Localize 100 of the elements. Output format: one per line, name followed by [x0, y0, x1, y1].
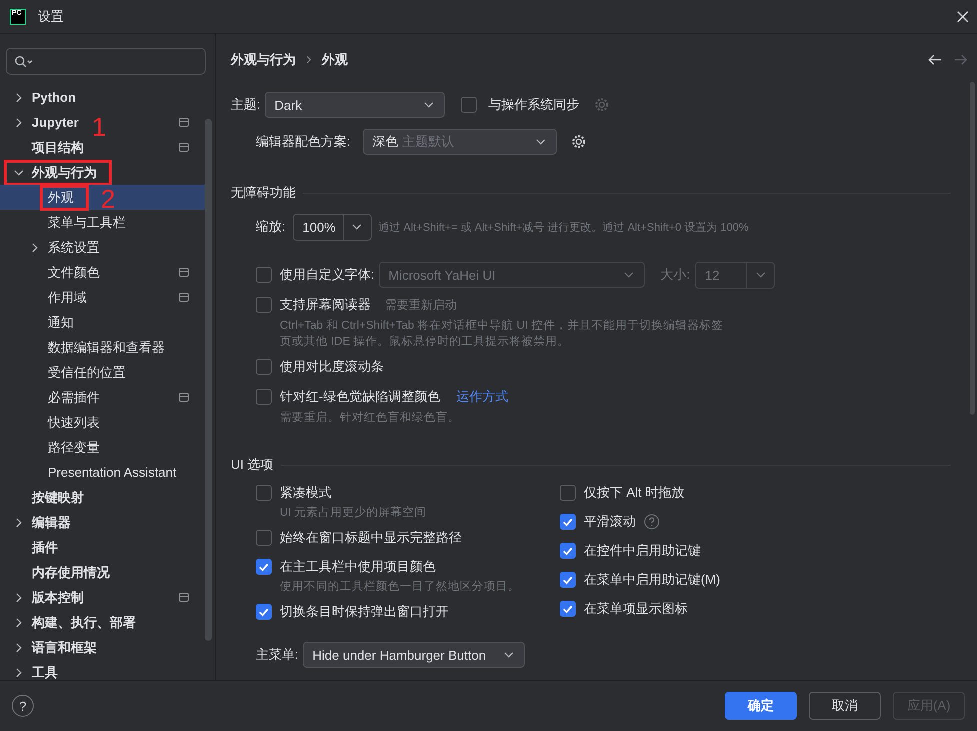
checkbox-label: 在主工具栏中使用项目颜色 — [280, 558, 436, 576]
checkbox-label: 在控件中启用助记键 — [584, 542, 701, 560]
tree-item[interactable]: 系统设置 — [28, 238, 100, 256]
checkbox-label: 在菜单项显示图标 — [584, 600, 688, 618]
chevron-icon[interactable] — [30, 242, 40, 252]
tree-item[interactable]: Jupyter — [12, 115, 79, 130]
tree-item[interactable]: 菜单与工具栏 — [48, 214, 126, 232]
annotation-number: 1 — [92, 114, 106, 140]
tree-item[interactable]: 项目结构 — [32, 138, 84, 156]
how-it-works-link[interactable]: 运作方式 — [456, 388, 508, 406]
checkbox[interactable] — [560, 572, 576, 588]
tree-item[interactable]: 必需插件 — [48, 388, 100, 406]
tree-item[interactable]: 按键映射 — [32, 488, 84, 506]
tree-item[interactable]: Presentation Assistant — [48, 465, 177, 480]
checkbox-label: 在菜单中启用助记键(M) — [584, 570, 720, 588]
main-menu-dropdown[interactable]: Hide under Hamburger Button — [302, 642, 525, 668]
checkbox-label: 切换条目时保持弹出窗口打开 — [280, 602, 449, 620]
back-arrow-icon[interactable] — [928, 54, 942, 66]
checkbox[interactable] — [256, 359, 272, 375]
help-button[interactable]: ? — [12, 695, 34, 717]
checkbox-label: 支持屏幕阅读器 — [280, 296, 371, 314]
chevron-icon[interactable] — [14, 518, 24, 528]
theme-label: 主题: — [231, 96, 261, 114]
chevron-icon[interactable] — [14, 642, 24, 652]
tree-item[interactable]: Python — [12, 90, 76, 105]
close-icon[interactable] — [957, 10, 969, 22]
chevron-icon[interactable] — [14, 168, 24, 178]
hint-text: 通过 Alt+Shift+= 或 Alt+Shift+减号 进行更改。通过 Alt+Shift+0 设置为 100% — [378, 220, 749, 234]
checkbox-label: 使用对比度滚动条 — [280, 358, 384, 376]
note-text: 需要重新启动 — [385, 296, 457, 314]
checkbox-label: 与操作系统同步 — [488, 96, 580, 114]
breadcrumb-separator-icon — [305, 55, 313, 65]
checkbox[interactable] — [256, 389, 272, 405]
help-icon[interactable] — [644, 514, 660, 530]
search-icon — [15, 56, 33, 68]
tree-item[interactable]: 语言和框架 — [12, 638, 97, 656]
theme-dropdown[interactable]: Dark — [264, 92, 445, 118]
checkbox[interactable] — [560, 514, 576, 530]
chevron-icon[interactable] — [14, 118, 24, 128]
section-title: 无障碍功能 — [231, 184, 296, 202]
tree-item[interactable]: 数据编辑器和查看器 — [48, 338, 165, 356]
tree-item[interactable]: 版本控制 — [12, 588, 84, 606]
checkbox[interactable] — [560, 484, 576, 500]
chevron-icon[interactable] — [624, 270, 634, 280]
scroll-bar[interactable] — [205, 119, 212, 641]
tree-item[interactable]: 工具 — [12, 664, 58, 680]
checkbox[interactable] — [256, 297, 272, 313]
description-text: Ctrl+Tab 和 Ctrl+Shift+Tab 将在对话框中导航 UI 控件，并且不能用于切换编辑器标签页或其他 IDE 操作。鼠标悬停时的工具提示将被禁用。 — [280, 318, 724, 350]
checkbox[interactable] — [560, 600, 576, 616]
description-text: UI 元素占用更少的屏幕空间 — [280, 505, 428, 521]
checkbox-label: 针对红-绿色觉缺陷调整颜色 — [280, 388, 440, 406]
window-title: 设置 — [38, 8, 64, 26]
zoom-combo[interactable]: 100% — [292, 214, 372, 240]
chevron-icon[interactable] — [14, 592, 24, 602]
checkbox-label: 平滑滚动 — [584, 512, 636, 530]
chevron-icon[interactable] — [14, 618, 24, 628]
color-scheme-dropdown[interactable]: 深色 主题默认 — [362, 129, 557, 155]
zoom-label: 缩放: — [256, 218, 286, 236]
search-field[interactable] — [6, 48, 206, 75]
checkbox-label: 使用自定义字体: — [280, 266, 375, 284]
checkbox[interactable] — [256, 558, 272, 574]
scroll-bar[interactable] — [970, 82, 975, 415]
tree-item[interactable]: 受信任的位置 — [48, 364, 126, 382]
breadcrumb-item[interactable]: 外观与行为 — [231, 51, 296, 69]
chevron-icon[interactable] — [424, 100, 434, 110]
tree-item[interactable]: 外观 — [48, 188, 74, 206]
checkbox[interactable] — [256, 530, 272, 546]
section-title: UI 选项 — [231, 456, 274, 474]
size-label: 大小: — [660, 266, 690, 284]
chevron-icon[interactable] — [14, 668, 24, 678]
checkbox-label: 仅按下 Alt 时拖放 — [584, 484, 684, 502]
description-text: 使用不同的工具栏颜色一目了然地区分项目。 — [280, 580, 521, 595]
checkbox[interactable] — [460, 97, 477, 113]
chevron-icon[interactable] — [756, 270, 766, 280]
chevron-icon[interactable] — [14, 92, 24, 102]
tree-item[interactable]: 通知 — [48, 314, 74, 332]
tree-item[interactable]: 作用域 — [48, 288, 87, 306]
chevron-icon[interactable] — [504, 650, 514, 660]
tree-item[interactable]: 路径变量 — [48, 438, 100, 456]
main-menu-label: 主菜单: — [256, 646, 299, 664]
dialog-button[interactable]: 取消 — [809, 692, 881, 720]
chevron-icon[interactable] — [352, 222, 362, 232]
chevron-icon[interactable] — [536, 137, 546, 147]
tree-item[interactable]: 构建、执行、部署 — [12, 614, 136, 632]
checkbox-label: 紧凑模式 — [280, 484, 332, 502]
tree-item[interactable]: 文件颜色 — [48, 264, 100, 282]
tree-item[interactable]: 插件 — [32, 538, 58, 556]
tree-item[interactable]: 快速列表 — [48, 414, 100, 432]
dialog-button[interactable]: 确定 — [725, 692, 797, 720]
breadcrumb-item: 外观 — [322, 51, 348, 69]
color-scheme-label: 编辑器配色方案: — [256, 133, 351, 151]
checkbox[interactable] — [256, 604, 272, 620]
checkbox[interactable] — [560, 542, 576, 558]
checkbox[interactable] — [256, 484, 272, 500]
description-text: 需要重启。针对红色盲和绿色盲。 — [280, 410, 461, 426]
checkbox[interactable] — [256, 267, 272, 283]
tree-item[interactable]: 外观与行为 — [12, 164, 97, 182]
tree-item[interactable]: 编辑器 — [12, 514, 71, 532]
checkbox-label: 始终在窗口标题中显示完整路径 — [280, 528, 462, 546]
tree-item[interactable]: 内存使用情况 — [32, 564, 110, 582]
